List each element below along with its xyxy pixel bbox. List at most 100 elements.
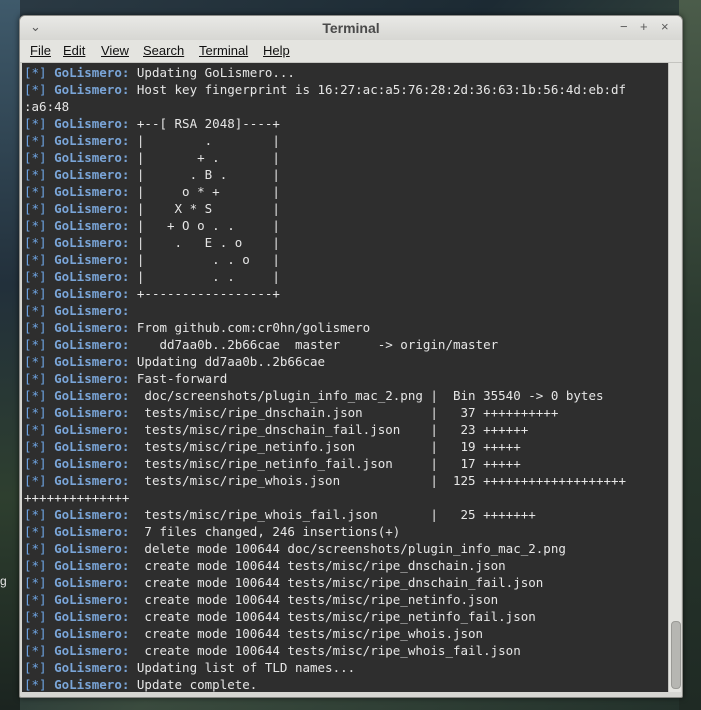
desktop-text-fragment: g bbox=[0, 574, 7, 588]
line-prefix-bracket: [*] bbox=[24, 201, 47, 216]
line-prefix-name: GoLismero: bbox=[54, 456, 130, 471]
terminal-line: :a6:48 bbox=[24, 98, 666, 115]
line-text: tests/misc/ripe_whois.json | 125 +++++++… bbox=[136, 473, 627, 488]
terminal-output[interactable]: [*] GoLismero: Updating GoLismero... [*] … bbox=[22, 63, 668, 692]
line-text: tests/misc/ripe_netinfo.json | 19 +++++ bbox=[136, 439, 521, 454]
terminal-line: [*] GoLismero: tests/misc/ripe_netinfo_f… bbox=[24, 455, 666, 472]
line-prefix-bracket: [*] bbox=[24, 371, 47, 386]
line-prefix-bracket: [*] bbox=[24, 643, 47, 658]
line-prefix-name: GoLismero: bbox=[54, 82, 130, 97]
line-text: tests/misc/ripe_netinfo_fail.json | 17 +… bbox=[136, 456, 521, 471]
terminal-line: [*] GoLismero: | X * S | bbox=[24, 200, 666, 217]
line-text: | X * S | bbox=[136, 201, 280, 216]
menu-help[interactable]: Help bbox=[263, 43, 290, 58]
terminal-line: [*] GoLismero: bbox=[24, 302, 666, 319]
line-prefix-name: GoLismero: bbox=[54, 252, 130, 267]
line-prefix-name: GoLismero: bbox=[54, 541, 130, 556]
line-prefix-bracket: [*] bbox=[24, 133, 47, 148]
terminal-line: [*] GoLismero: | + . | bbox=[24, 149, 666, 166]
terminal-line: [*] GoLismero: | o * + | bbox=[24, 183, 666, 200]
line-text: doc/screenshots/plugin_info_mac_2.png | … bbox=[136, 388, 604, 403]
menu-edit[interactable]: Edit bbox=[63, 43, 85, 58]
close-icon[interactable]: × bbox=[661, 19, 669, 34]
line-prefix-name: GoLismero: bbox=[54, 269, 130, 284]
line-prefix-bracket: [*] bbox=[24, 150, 47, 165]
scrollbar-thumb[interactable] bbox=[671, 621, 681, 689]
terminal-line: ++++++++++++++ bbox=[24, 489, 666, 506]
terminal-line: [*] GoLismero: dd7aa0b..2b66cae master -… bbox=[24, 336, 666, 353]
menu-bar: File Edit View Search Terminal Help bbox=[20, 40, 682, 63]
menu-edit-label: Edit bbox=[63, 43, 86, 58]
line-prefix-name: GoLismero: bbox=[54, 354, 130, 369]
line-prefix-name: GoLismero: bbox=[54, 235, 130, 250]
line-prefix-name: GoLismero: bbox=[54, 609, 130, 624]
line-prefix-name: GoLismero: bbox=[54, 439, 130, 454]
menu-search-label: Search bbox=[143, 43, 185, 58]
line-prefix-bracket: [*] bbox=[24, 252, 47, 267]
line-prefix-name: GoLismero: bbox=[54, 133, 130, 148]
menu-search[interactable]: Search bbox=[143, 43, 184, 58]
line-text: create mode 100644 tests/misc/ripe_dnsch… bbox=[136, 575, 544, 590]
line-prefix-bracket: [*] bbox=[24, 235, 47, 250]
line-prefix-bracket: [*] bbox=[24, 473, 47, 488]
line-prefix-name: GoLismero: bbox=[54, 473, 130, 488]
minimize-icon[interactable]: − bbox=[620, 19, 628, 34]
line-prefix-name: GoLismero: bbox=[54, 150, 130, 165]
terminal-line: [*] GoLismero: create mode 100644 tests/… bbox=[24, 557, 666, 574]
line-prefix-bracket: [*] bbox=[24, 116, 47, 131]
line-prefix-bracket: [*] bbox=[24, 354, 47, 369]
scrollbar[interactable] bbox=[668, 63, 681, 692]
line-prefix-bracket: [*] bbox=[24, 677, 47, 692]
terminal-line: [*] GoLismero: create mode 100644 tests/… bbox=[24, 608, 666, 625]
line-text: From github.com:cr0hn/golismero bbox=[136, 320, 371, 335]
line-text: | + O o . . | bbox=[136, 218, 280, 233]
menu-terminal-label: Terminal bbox=[199, 43, 249, 58]
terminal-line: [*] GoLismero: 7 files changed, 246 inse… bbox=[24, 523, 666, 540]
line-prefix-bracket: [*] bbox=[24, 82, 47, 97]
terminal-line: [*] GoLismero: tests/misc/ripe_netinfo.j… bbox=[24, 438, 666, 455]
line-text: | . . o | bbox=[136, 252, 280, 267]
line-prefix-bracket: [*] bbox=[24, 541, 47, 556]
line-text: +-----------------+ bbox=[136, 286, 280, 301]
line-prefix-name: GoLismero: bbox=[54, 320, 130, 335]
line-prefix-bracket: [*] bbox=[24, 660, 47, 675]
terminal-line: [*] GoLismero: Updating dd7aa0b..2b66cae bbox=[24, 353, 666, 370]
maximize-icon[interactable]: + bbox=[640, 19, 648, 34]
line-prefix-bracket: [*] bbox=[24, 456, 47, 471]
terminal-line: [*] GoLismero: | . E . o | bbox=[24, 234, 666, 251]
line-text: | . | bbox=[136, 133, 280, 148]
line-prefix-bracket: [*] bbox=[24, 337, 47, 352]
menu-file[interactable]: File bbox=[30, 43, 51, 58]
line-text: delete mode 100644 doc/screenshots/plugi… bbox=[136, 541, 566, 556]
line-text: Fast-forward bbox=[136, 371, 228, 386]
line-text: tests/misc/ripe_dnschain_fail.json | 23 … bbox=[136, 422, 529, 437]
terminal-line: [*] GoLismero: tests/misc/ripe_dnschain.… bbox=[24, 404, 666, 421]
line-prefix-name: GoLismero: bbox=[54, 524, 130, 539]
line-text: | o * + | bbox=[136, 184, 280, 199]
line-text: Updating dd7aa0b..2b66cae bbox=[136, 354, 326, 369]
line-text: 7 files changed, 246 insertions(+) bbox=[136, 524, 401, 539]
terminal-line: [*] GoLismero: | + O o . . | bbox=[24, 217, 666, 234]
terminal-line: [*] GoLismero: +--[ RSA 2048]----+ bbox=[24, 115, 666, 132]
line-text: | . B . | bbox=[136, 167, 280, 182]
terminal-line: [*] GoLismero: create mode 100644 tests/… bbox=[24, 574, 666, 591]
line-text: create mode 100644 tests/misc/ripe_whois… bbox=[136, 643, 521, 658]
terminal-line: [*] GoLismero: +-----------------+ bbox=[24, 285, 666, 302]
menu-terminal[interactable]: Terminal bbox=[199, 43, 248, 58]
title-bar[interactable]: ⌄ Terminal − + × bbox=[20, 16, 682, 40]
line-text: +--[ RSA 2048]----+ bbox=[136, 116, 280, 131]
terminal-line: [*] GoLismero: | . | bbox=[24, 132, 666, 149]
terminal-line: [*] GoLismero: create mode 100644 tests/… bbox=[24, 642, 666, 659]
line-text: | + . | bbox=[136, 150, 280, 165]
line-text: | . E . o | bbox=[136, 235, 280, 250]
line-prefix-bracket: [*] bbox=[24, 592, 47, 607]
line-text: create mode 100644 tests/misc/ripe_whois… bbox=[136, 626, 484, 641]
line-prefix-name: GoLismero: bbox=[54, 405, 130, 420]
line-prefix-name: GoLismero: bbox=[54, 116, 130, 131]
line-prefix-bracket: [*] bbox=[24, 269, 47, 284]
line-prefix-bracket: [*] bbox=[24, 609, 47, 624]
line-text: Update complete. bbox=[136, 677, 258, 692]
menu-view[interactable]: View bbox=[101, 43, 129, 58]
line-prefix-bracket: [*] bbox=[24, 388, 47, 403]
line-prefix-name: GoLismero: bbox=[54, 201, 130, 216]
